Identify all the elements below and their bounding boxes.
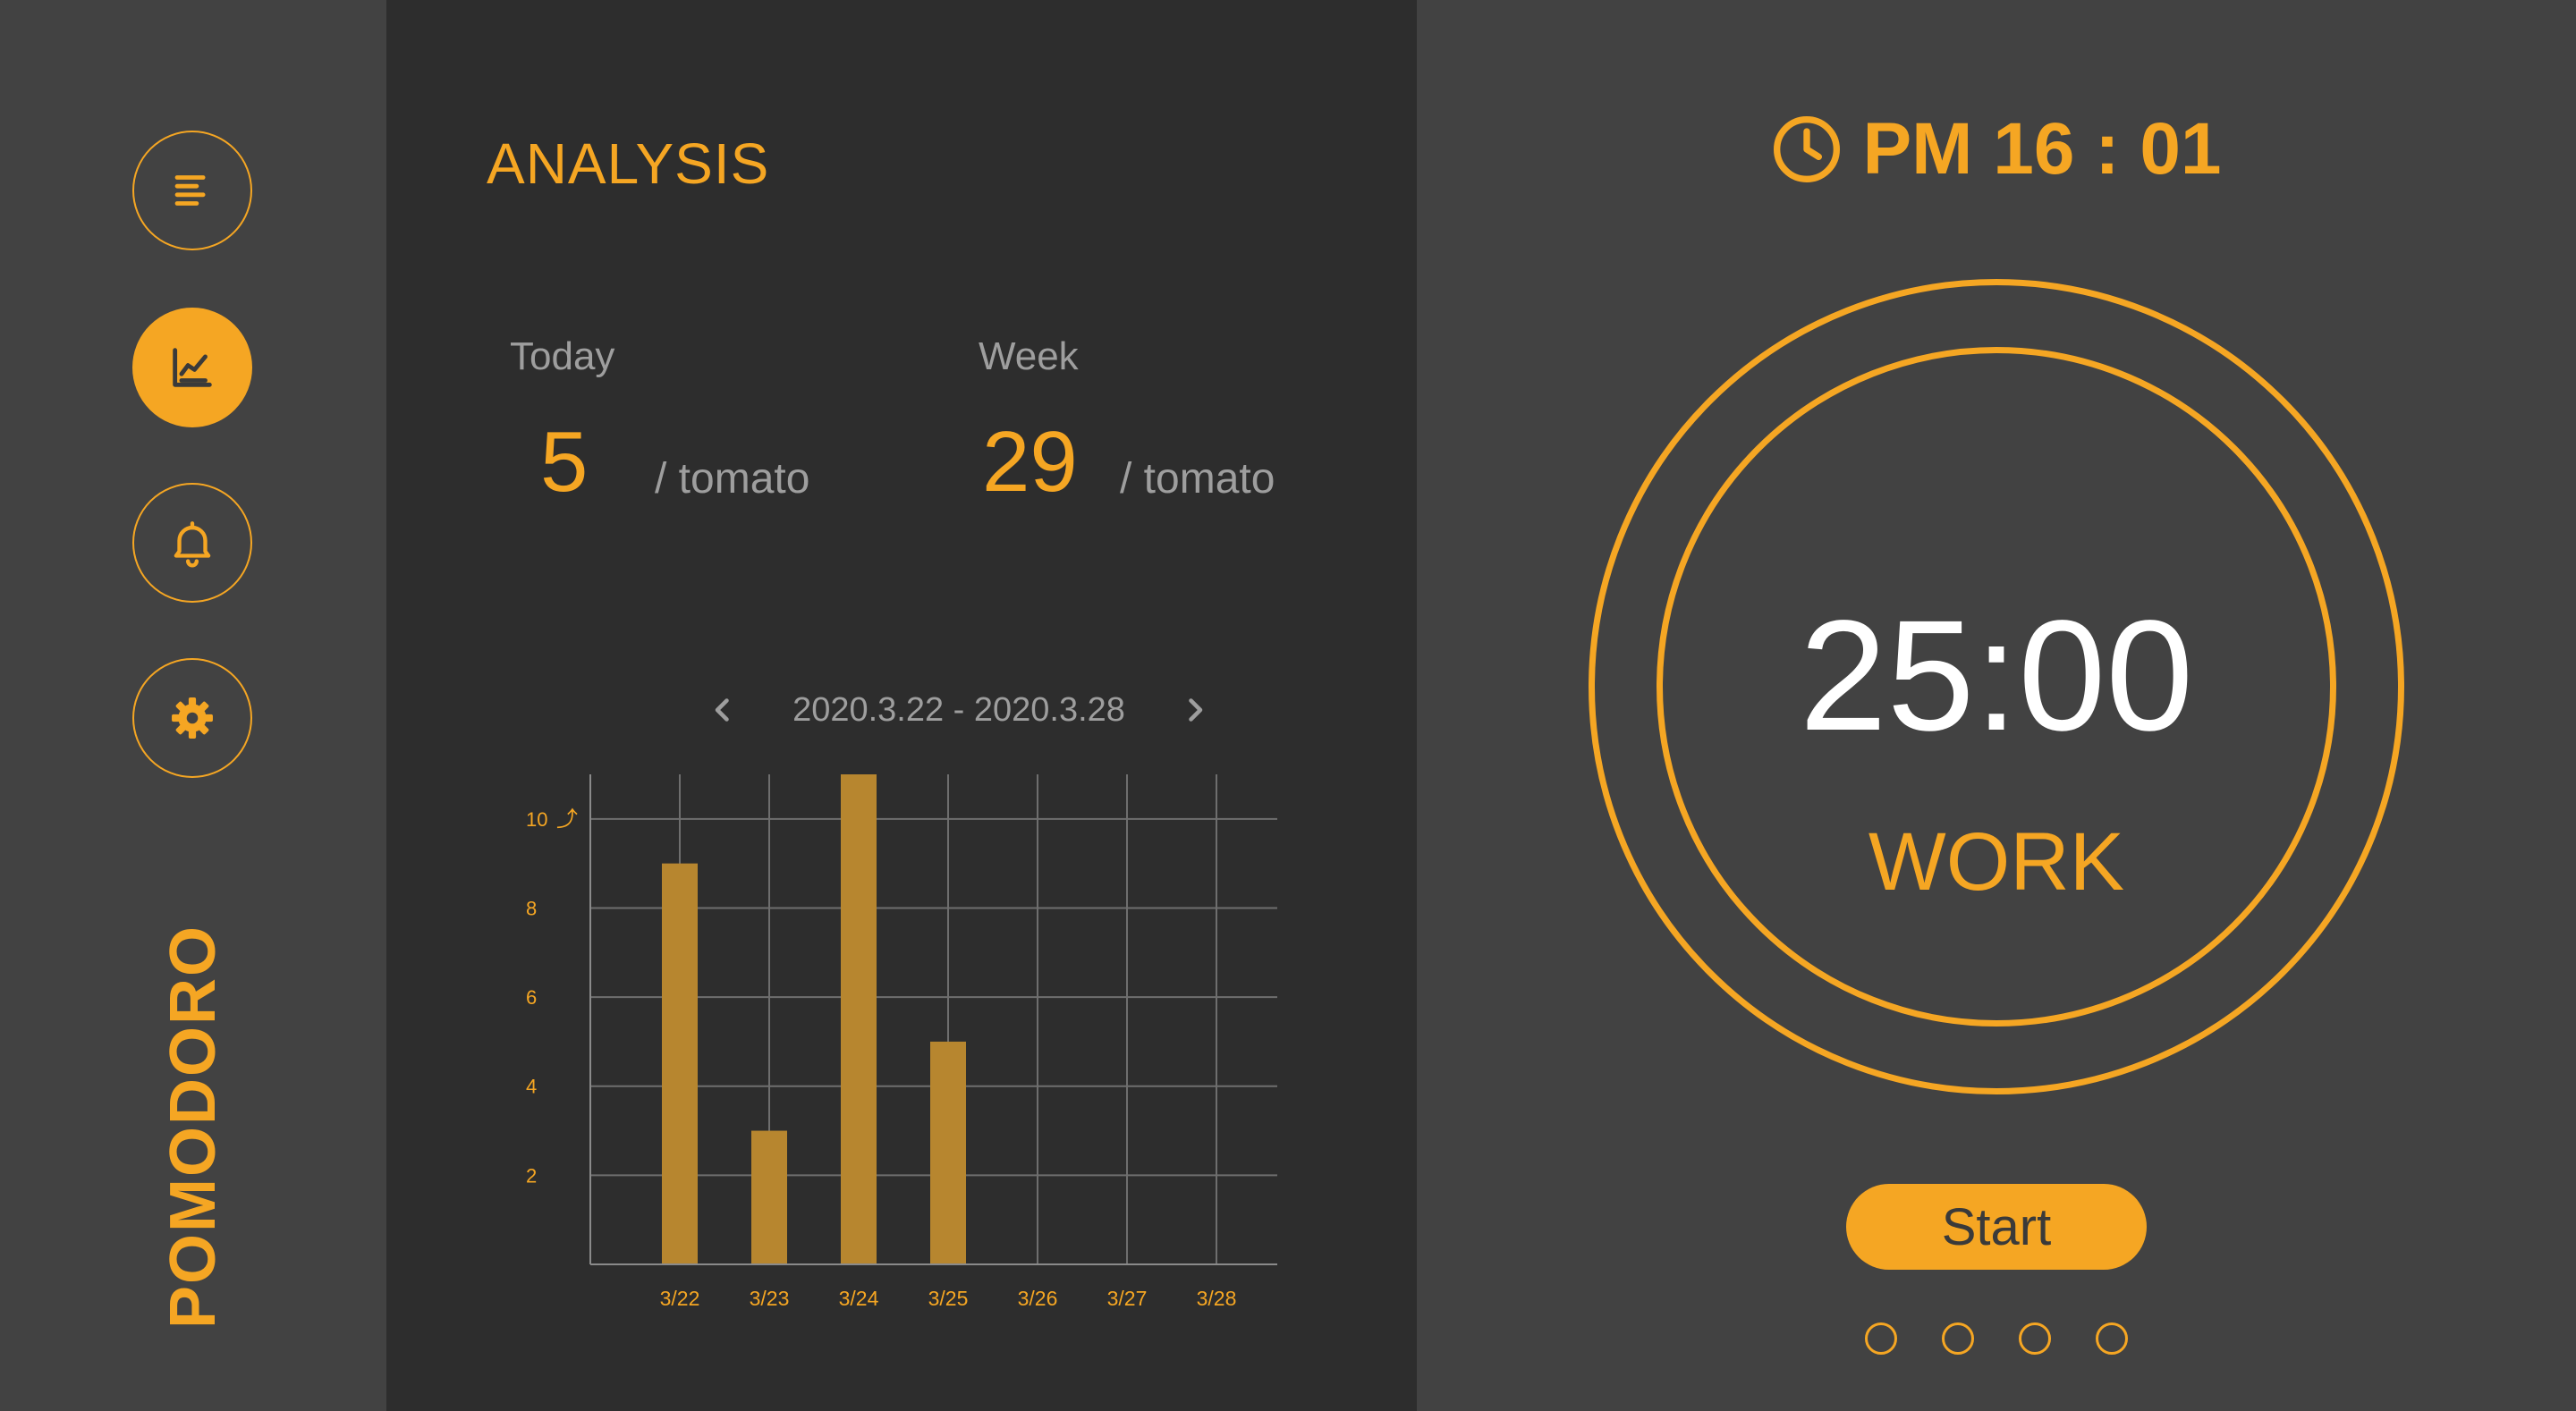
timer-panel: PM 16 : 01 25:00 WORK Start — [1417, 0, 2576, 1411]
y-tick-label: 4 — [526, 1076, 537, 1098]
chevron-left-icon[interactable] — [707, 694, 739, 726]
countdown-display: 25:00 — [1799, 588, 2194, 764]
session-dot — [1942, 1322, 1974, 1355]
chart-bar — [751, 1130, 787, 1264]
clock-text: PM 16 : 01 — [1862, 108, 2222, 190]
x-tick-label: 3/28 — [1197, 1287, 1237, 1310]
chart-bar — [930, 1041, 966, 1264]
week-label: Week — [979, 334, 1079, 378]
week-unit: / tomato — [1120, 455, 1275, 503]
x-tick-label: 3/23 — [750, 1287, 790, 1310]
week-value: 29 — [982, 414, 1078, 510]
x-tick-label: 3/24 — [839, 1287, 879, 1310]
weekly-bar-chart: 2 4 6 8 10 ⤴ 3/22 3/23 3/24 3/25 3/26 3/27 3/28 — [526, 774, 1277, 1310]
y-tick-label: 2 — [526, 1164, 537, 1187]
x-tick-label: 3/22 — [660, 1287, 700, 1310]
bell-icon — [174, 521, 211, 568]
x-tick-label: 3/25 — [928, 1287, 969, 1310]
y-tick-label: 6 — [526, 986, 537, 1009]
nav-settings-button[interactable] — [132, 658, 252, 778]
session-dot — [1865, 1322, 1897, 1355]
chart-bar — [841, 774, 877, 1264]
nav-analysis-button[interactable] — [132, 308, 252, 427]
today-unit: / tomato — [655, 455, 810, 503]
chart-bar — [662, 863, 698, 1264]
start-button[interactable]: Start — [1846, 1184, 2147, 1270]
gear-icon — [172, 697, 213, 739]
chevron-right-icon[interactable] — [1179, 694, 1211, 726]
current-time: PM 16 : 01 — [1417, 107, 2576, 191]
overflow-marker: ⤴ — [556, 807, 578, 832]
x-tick-label: 3/27 — [1107, 1287, 1148, 1310]
y-tick-label: 8 — [526, 897, 537, 919]
chart-icon — [173, 348, 212, 387]
session-dot — [2096, 1322, 2128, 1355]
date-range-nav: 2020.3.22 - 2020.3.28 — [637, 685, 1281, 735]
y-tick-label: 10 — [526, 808, 547, 831]
session-indicators — [1417, 1322, 2576, 1355]
sidebar: POMODORO — [0, 0, 386, 1411]
today-label: Today — [510, 334, 615, 378]
today-value: 5 — [540, 414, 589, 510]
list-icon — [174, 175, 206, 206]
brand-title: POMODORO — [157, 924, 229, 1330]
date-range-label: 2020.3.22 - 2020.3.28 — [792, 690, 1125, 729]
nav-notifications-button[interactable] — [132, 483, 252, 603]
timer-mode-label: WORK — [1868, 816, 2125, 908]
x-tick-label: 3/26 — [1018, 1287, 1058, 1310]
page-title: ANALYSIS — [487, 131, 770, 196]
session-dot — [2019, 1322, 2051, 1355]
nav-menu-button[interactable] — [132, 131, 252, 250]
clock-icon — [1774, 116, 1841, 182]
